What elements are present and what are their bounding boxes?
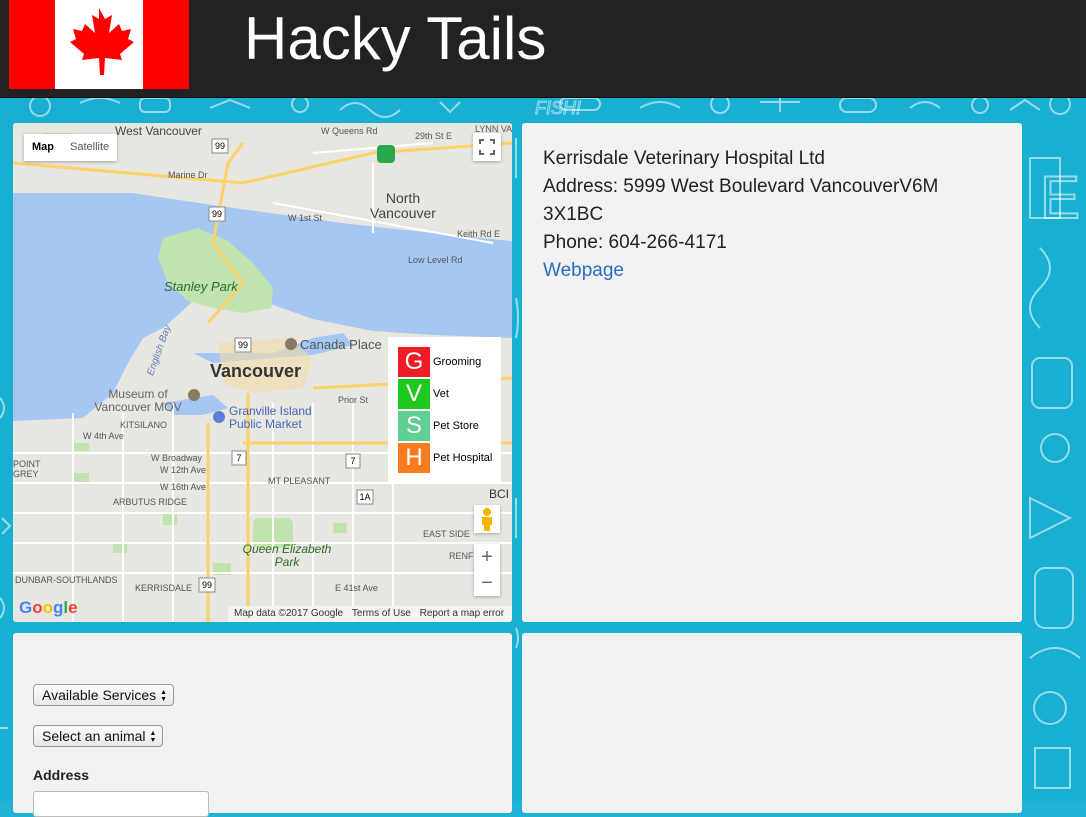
map-label: North Vancouver bbox=[370, 190, 436, 221]
legend-swatch: G bbox=[398, 347, 430, 377]
terms-link[interactable]: Terms of Use bbox=[352, 608, 411, 619]
legend-item-pet-hospital: H Pet Hospital bbox=[398, 443, 501, 473]
legend-item-pet-store: S Pet Store bbox=[398, 411, 501, 441]
clinic-address: Address: 5999 West Boulevard VancouverV6… bbox=[543, 176, 939, 225]
site-header: Hacky Tails bbox=[0, 0, 1086, 98]
zoom-in-button[interactable]: + bbox=[474, 544, 500, 570]
legend-label: Pet Store bbox=[433, 420, 479, 432]
svg-text:99: 99 bbox=[215, 141, 225, 151]
canada-flag-icon bbox=[9, 0, 189, 89]
map-label: MT PLEASANT bbox=[268, 476, 331, 486]
services-select-value: Available Services bbox=[42, 687, 157, 703]
map-label: DUNBAR-SOUTHLANDS bbox=[15, 575, 118, 585]
legend-label: Grooming bbox=[433, 356, 482, 368]
map-label: Stanley Park bbox=[164, 279, 238, 294]
legend-label: Vet bbox=[433, 388, 449, 400]
svg-text:99: 99 bbox=[238, 340, 248, 350]
map-label: Granville Island Public Market bbox=[229, 404, 312, 431]
legend-item-grooming: G Grooming bbox=[398, 347, 501, 377]
map-type-toggle[interactable]: Map Satellite bbox=[24, 134, 118, 161]
map-label: Marine Dr bbox=[168, 170, 208, 180]
clinic-webpage-link[interactable]: Webpage bbox=[543, 260, 624, 281]
svg-text:7: 7 bbox=[236, 453, 241, 463]
zoom-out-button[interactable]: − bbox=[474, 570, 500, 596]
map-label: West Vancouver bbox=[115, 124, 202, 138]
legend-swatch: S bbox=[398, 411, 430, 441]
search-form-panel: Available Services ▲ ▼ Select an animal ▲ ▼ … bbox=[13, 633, 512, 817]
map-label: BCI bbox=[489, 487, 510, 501]
select-arrows-icon: ▲ ▼ bbox=[160, 689, 168, 704]
map-label: POINT GREY bbox=[13, 459, 41, 479]
animal-select-value: Select an animal bbox=[42, 728, 146, 744]
fullscreen-button[interactable] bbox=[473, 133, 501, 161]
report-error-link[interactable]: Report a map error bbox=[420, 608, 504, 619]
map-label: Prior St bbox=[338, 395, 369, 405]
map-label: KERRISDALE bbox=[135, 583, 193, 593]
animal-select[interactable]: Select an animal ▲ ▼ bbox=[33, 725, 164, 747]
map-label: Museum of Vancouver MOV bbox=[94, 387, 182, 414]
map-footer: Map data ©2017 Google Terms of Use Repor… bbox=[228, 606, 512, 622]
zoom-control[interactable]: + − bbox=[474, 544, 500, 596]
google-logo: Google bbox=[19, 598, 78, 617]
map-type-satellite-button[interactable]: Satellite bbox=[62, 134, 117, 161]
svg-text:99: 99 bbox=[212, 209, 222, 219]
fullscreen-icon bbox=[479, 139, 495, 155]
site-title: Hacky Tails bbox=[244, 5, 547, 72]
svg-text:7: 7 bbox=[350, 456, 355, 466]
map-panel[interactable]: 99 99 99 7 7 1A 99 West Vancouver W Quee… bbox=[13, 123, 512, 622]
map-label: W Queens Rd bbox=[321, 126, 378, 136]
map-label: W 12th Ave bbox=[160, 465, 206, 475]
map-type-map-button[interactable]: Map bbox=[24, 134, 62, 161]
results-panel bbox=[522, 633, 1022, 813]
map-label: EAST SIDE bbox=[423, 529, 470, 539]
map-label: W 1st St bbox=[288, 213, 323, 223]
map-label: W Broadway bbox=[151, 453, 203, 463]
map-label: KITSILANO bbox=[120, 420, 168, 430]
map-label: W 16th Ave bbox=[160, 482, 206, 492]
clinic-phone: Phone: 604-266-4171 bbox=[543, 232, 727, 253]
services-select[interactable]: Available Services ▲ ▼ bbox=[33, 684, 175, 706]
map-label: Canada Place bbox=[300, 337, 382, 352]
select-arrows-icon: ▲ ▼ bbox=[149, 730, 157, 745]
svg-text:E: E bbox=[1040, 164, 1080, 231]
svg-text:FISH!: FISH! bbox=[535, 98, 581, 118]
map-legend: G Grooming V Vet S Pet Store H Pet Hospi… bbox=[388, 337, 501, 483]
address-input[interactable] bbox=[33, 791, 209, 817]
legend-item-vet: V Vet bbox=[398, 379, 501, 409]
legend-swatch: H bbox=[398, 443, 430, 473]
map-label: E 41st Ave bbox=[335, 583, 378, 593]
svg-text:1A: 1A bbox=[359, 492, 370, 502]
map-label: W 4th Ave bbox=[83, 431, 124, 441]
svg-text:99: 99 bbox=[202, 580, 212, 590]
address-label: Address bbox=[33, 767, 90, 783]
legend-label: Pet Hospital bbox=[433, 452, 493, 464]
pegman-button[interactable] bbox=[474, 505, 500, 533]
map-label: Keith Rd E bbox=[457, 229, 501, 239]
map-data-attribution: Map data ©2017 Google bbox=[234, 608, 344, 619]
map-label: Queen Elizabeth Park bbox=[242, 542, 332, 569]
map-label: Vancouver bbox=[210, 361, 302, 381]
clinic-info-panel: Kerrisdale Veterinary Hospital Ltd Addre… bbox=[522, 123, 1022, 622]
clinic-name: Kerrisdale Veterinary Hospital Ltd bbox=[543, 148, 825, 169]
map-label: Low Level Rd bbox=[408, 255, 463, 265]
pegman-icon bbox=[482, 508, 492, 531]
map-label: 29th St E bbox=[415, 131, 453, 141]
map-label: ARBUTUS RIDGE bbox=[113, 497, 188, 507]
legend-swatch: V bbox=[398, 379, 430, 409]
